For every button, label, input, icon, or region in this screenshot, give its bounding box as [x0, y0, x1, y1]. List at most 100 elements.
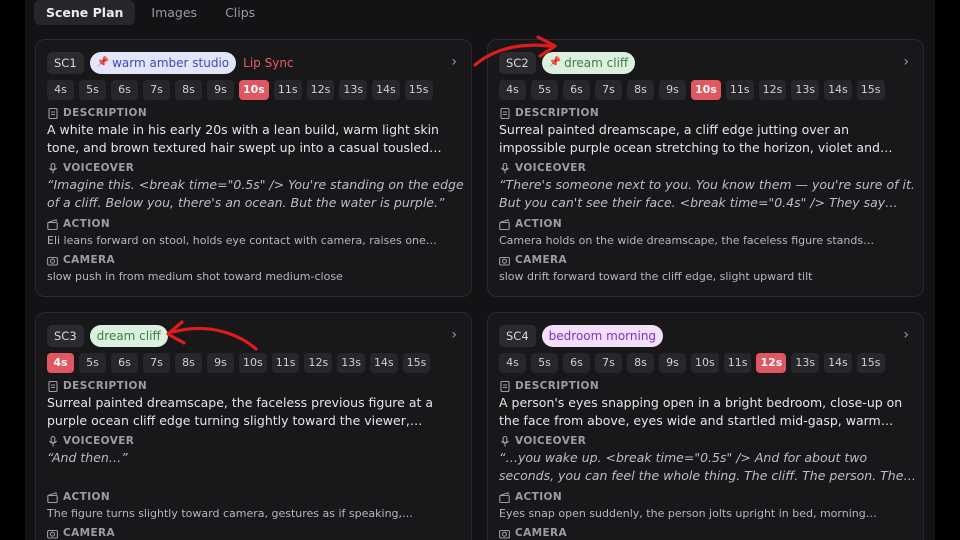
camera-section: CAMERAslow zoom in toward the faceless f…: [47, 526, 465, 540]
voiceover-icon: [499, 162, 510, 174]
location-label: dream cliff: [96, 329, 161, 343]
duration-option[interactable]: 14s: [824, 353, 852, 373]
voiceover-section: VOICEOVER “…you wake up. <break time="0.5…: [499, 434, 917, 484]
camera-label: CAMERA: [47, 253, 465, 267]
duration-option[interactable]: 4s: [499, 353, 526, 373]
tab-images[interactable]: Images: [139, 0, 209, 25]
duration-option[interactable]: 15s: [404, 80, 433, 100]
duration-selector: 4s 5s 6s 7s 8s 9s 10s 11s 12s 13s 14s 15s: [47, 80, 433, 100]
action-section: ACTION The figure turns slightly toward c…: [47, 490, 465, 522]
duration-option[interactable]: 11s: [273, 80, 302, 100]
duration-option[interactable]: 10s: [239, 353, 267, 373]
duration-option[interactable]: 11s: [725, 80, 754, 100]
duration-option[interactable]: 9s: [659, 80, 686, 100]
duration-option[interactable]: 13s: [339, 80, 368, 100]
duration-option[interactable]: 6s: [111, 353, 138, 373]
voiceover-label: VOICEOVER: [499, 161, 917, 175]
scene-card-sc1[interactable]: SC1 📌 warm amber studio Lip Sync › 4s 5s 6s 7s 8s…: [35, 39, 472, 297]
duration-option[interactable]: 8s: [627, 353, 654, 373]
location-label: warm amber studio: [112, 56, 230, 70]
description-label: DESCRIPTION: [47, 106, 465, 120]
duration-option[interactable]: 6s: [563, 353, 590, 373]
duration-option[interactable]: 14s: [369, 353, 398, 373]
tab-clips[interactable]: Clips: [213, 0, 267, 25]
camera-section: CAMERA slow push in from medium shot towa…: [47, 253, 465, 285]
duration-option[interactable]: 9s: [207, 353, 234, 373]
duration-option[interactable]: 15s: [402, 353, 431, 373]
action-label: ACTION: [47, 490, 465, 504]
duration-option[interactable]: 8s: [175, 80, 202, 100]
duration-option[interactable]: 8s: [175, 353, 202, 373]
camera-section: CAMERA slow drift forward toward the clif…: [499, 253, 917, 285]
duration-option[interactable]: 6s: [563, 80, 590, 100]
duration-option[interactable]: 5s: [79, 353, 106, 373]
duration-option[interactable]: 15s: [856, 80, 885, 100]
description-icon: [47, 380, 58, 392]
voiceover-label: VOICEOVER: [47, 161, 465, 175]
description-section: DESCRIPTION Surreal painted dreamscape, t…: [47, 379, 465, 429]
duration-option[interactable]: 10s: [691, 353, 719, 373]
duration-selector: 4s 5s 6s 7s 8s 9s 10s 11s 12s 13s 14s 15s: [499, 80, 885, 100]
duration-option[interactable]: 11s: [271, 353, 300, 373]
duration-option[interactable]: 12s: [306, 80, 335, 100]
duration-option[interactable]: 13s: [791, 80, 820, 100]
chevron-right-icon[interactable]: ›: [451, 327, 457, 343]
location-label: bedroom morning: [548, 329, 657, 343]
duration-option[interactable]: 7s: [595, 353, 622, 373]
duration-option[interactable]: 12s: [304, 353, 333, 373]
location-tag[interactable]: 📌 dream cliff: [541, 52, 636, 74]
location-tag[interactable]: 📌 warm amber studio: [89, 52, 237, 74]
camera-text: slow push in from medium shot toward med…: [47, 270, 343, 283]
description-text: A person's eyes snapping open in a brigh…: [499, 395, 903, 428]
chevron-right-icon[interactable]: ›: [903, 327, 909, 343]
action-text: Eli leans forward on stool, holds eye co…: [47, 234, 437, 247]
location-tag[interactable]: dream cliff: [89, 325, 168, 347]
action-label: ACTION: [499, 490, 917, 504]
duration-option[interactable]: 4s: [47, 80, 74, 100]
duration-option[interactable]: 5s: [531, 353, 558, 373]
action-icon: [47, 218, 58, 230]
duration-option[interactable]: 14s: [372, 80, 400, 100]
duration-option[interactable]: 12s: [758, 80, 787, 100]
duration-option[interactable]: 6s: [111, 80, 138, 100]
scene-header: SC3 dream cliff: [47, 325, 168, 347]
duration-option[interactable]: 7s: [595, 80, 622, 100]
duration-option[interactable]: 14s: [824, 80, 852, 100]
description-text: Surreal painted dreamscape, a cliff edge…: [499, 122, 893, 155]
chevron-right-icon[interactable]: ›: [451, 54, 457, 70]
voiceover-label: VOICEOVER: [499, 434, 917, 448]
duration-option[interactable]: 12s: [756, 353, 787, 373]
duration-option[interactable]: 5s: [531, 80, 558, 100]
duration-option[interactable]: 13s: [791, 353, 820, 373]
duration-option[interactable]: 11s: [723, 353, 752, 373]
duration-option[interactable]: 7s: [143, 80, 170, 100]
scene-card-sc3[interactable]: SC3 dream cliff › 4s 5s 6s 7s 8s 9s 10s 11s 12s 13s 1…: [35, 312, 472, 540]
scene-card-sc2[interactable]: SC2 📌 dream cliff › 4s 5s 6s 7s 8s 9s 10s 11s 12s 13s…: [487, 39, 924, 297]
duration-option[interactable]: 15s: [856, 353, 885, 373]
duration-option[interactable]: 10s: [691, 80, 721, 100]
duration-option[interactable]: 7s: [143, 353, 170, 373]
description-section: DESCRIPTION Surreal painted dreamscape, a…: [499, 106, 917, 156]
description-label: DESCRIPTION: [499, 106, 917, 120]
scene-header: SC4 bedroom morning: [499, 325, 664, 347]
description-icon: [499, 380, 510, 392]
duration-option[interactable]: 9s: [659, 353, 686, 373]
voiceover-text: “Imagine this. <break time="0.5s" /> You…: [47, 177, 464, 210]
scene-id: SC4: [499, 325, 536, 347]
scene-id: SC2: [499, 52, 536, 74]
duration-option[interactable]: 4s: [47, 353, 74, 373]
duration-option[interactable]: 5s: [79, 80, 106, 100]
camera-icon: [47, 528, 58, 539]
location-tag[interactable]: bedroom morning: [541, 325, 664, 347]
duration-option[interactable]: 13s: [337, 353, 365, 373]
tab-scene-plan[interactable]: Scene Plan: [34, 0, 136, 25]
duration-option[interactable]: 10s: [239, 80, 269, 100]
description-section: DESCRIPTION A white male in his early 20s…: [47, 106, 465, 156]
scene-card-sc4[interactable]: SC4 bedroom morning › 4s 5s 6s 7s 8s 9s 10s 11s 12s…: [487, 312, 924, 540]
chevron-right-icon[interactable]: ›: [903, 54, 909, 70]
duration-option[interactable]: 8s: [627, 80, 654, 100]
duration-option[interactable]: 9s: [207, 80, 234, 100]
camera-label: CAMERA: [499, 253, 917, 267]
scene-id: SC1: [47, 52, 84, 74]
duration-option[interactable]: 4s: [499, 80, 526, 100]
